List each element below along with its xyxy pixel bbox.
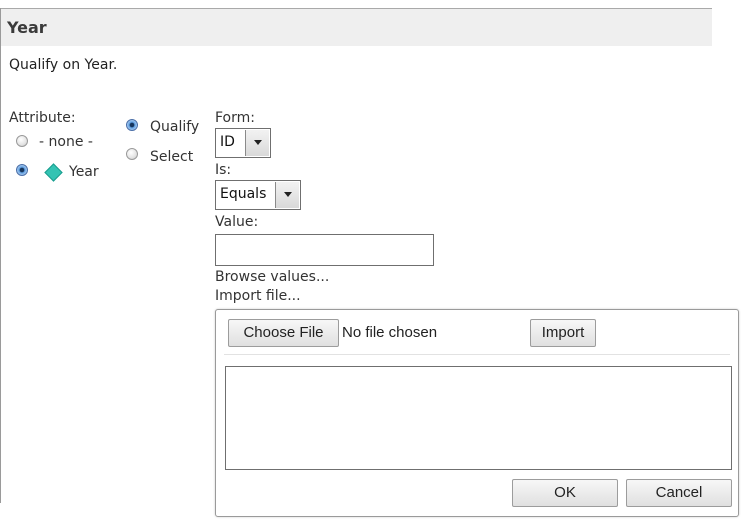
panel-divider	[224, 354, 730, 355]
form-dropdown-button[interactable]	[245, 130, 269, 156]
ok-button[interactable]: OK	[512, 479, 618, 507]
form-label: Form:	[215, 110, 255, 126]
section-header: Year	[1, 8, 712, 46]
cancel-button[interactable]: Cancel	[626, 479, 732, 507]
attribute-none-radio[interactable]	[16, 135, 28, 147]
attribute-label: Attribute:	[9, 110, 76, 126]
file-status-text: No file chosen	[342, 324, 438, 341]
is-dropdown-button[interactable]	[275, 182, 299, 208]
qualify-label: Qualify	[150, 119, 200, 135]
chevron-down-icon	[284, 192, 292, 197]
attribute-none-label: - none -	[39, 134, 93, 150]
value-label: Value:	[215, 214, 259, 230]
choose-file-button[interactable]: Choose File	[228, 319, 339, 347]
is-label: Is:	[215, 162, 232, 178]
left-border	[0, 8, 1, 503]
attribute-diamond-icon	[44, 163, 63, 182]
select-radio[interactable]	[126, 148, 138, 160]
import-file-panel: Choose File No file chosen Import OK Can…	[215, 309, 739, 517]
import-file-link[interactable]: Import file...	[215, 288, 301, 304]
chevron-down-icon	[254, 140, 262, 145]
is-select[interactable]: Equals	[215, 180, 301, 210]
is-select-value: Equals	[220, 186, 267, 202]
form-select-value: ID	[220, 134, 235, 150]
section-title: Year	[7, 18, 47, 37]
select-label: Select	[150, 149, 194, 165]
value-input[interactable]	[215, 234, 434, 266]
form-select[interactable]: ID	[215, 128, 271, 158]
qualify-radio[interactable]	[126, 119, 138, 131]
import-button[interactable]: Import	[530, 319, 596, 347]
section-description: Qualify on Year.	[9, 57, 118, 73]
attribute-year-label: Year	[69, 164, 99, 180]
import-textarea[interactable]	[225, 366, 732, 470]
attribute-year-radio[interactable]	[16, 164, 28, 176]
browse-values-link[interactable]: Browse values...	[215, 269, 329, 285]
